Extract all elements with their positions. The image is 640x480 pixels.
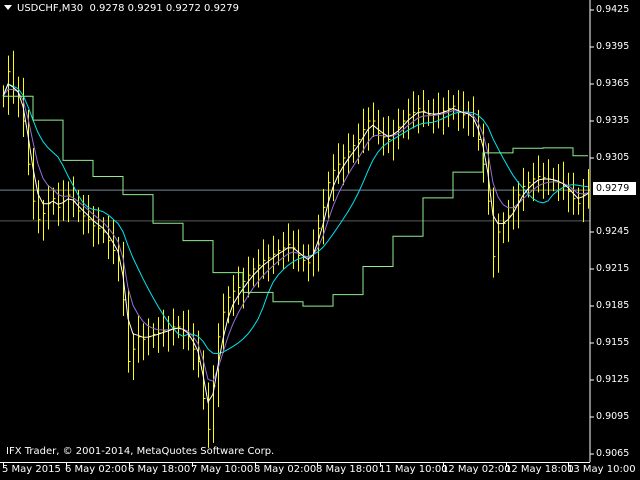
chart-header: USDCHF,M30 0.9278 0.9291 0.9272 0.9279 [4, 3, 239, 14]
price-chart[interactable] [0, 0, 640, 480]
chart-window[interactable]: USDCHF,M30 0.9278 0.9291 0.9272 0.9279 I… [0, 0, 640, 480]
price-axis-label: 0.9365 [596, 78, 630, 89]
ohlc-values: 0.9278 0.9291 0.9272 0.9279 [89, 3, 240, 14]
price-axis-label: 0.9335 [596, 115, 630, 126]
ohlc-bars [3, 50, 591, 448]
copyright-text: IFX Trader, © 2001-2014, MetaQuotes Soft… [6, 446, 275, 457]
time-axis-label: 8 May 18:00 [316, 464, 379, 475]
time-axis-label: 11 May 10:00 [379, 464, 448, 475]
current-price-label: 0.9279 [593, 182, 636, 195]
price-axis-label: 0.9305 [596, 152, 630, 163]
price-axis-label: 0.9245 [596, 226, 630, 237]
price-axis-label: 0.9095 [596, 411, 630, 422]
ma-mid-line [2, 88, 589, 382]
ma-fast-line [2, 83, 589, 404]
price-axis-label: 0.9395 [596, 41, 630, 52]
price-axis-label: 0.9425 [596, 4, 630, 15]
price-axis-label: 0.9065 [596, 448, 630, 459]
symbol-label: USDCHF,M30 [17, 3, 84, 14]
time-axis-label: 7 May 10:00 [191, 464, 254, 475]
price-axis-label: 0.9185 [596, 300, 630, 311]
price-axis-label: 0.9155 [596, 337, 630, 348]
time-axis-label: 6 May 02:00 [65, 464, 128, 475]
time-axis-label: 8 May 02:00 [254, 464, 317, 475]
price-axis-label: 0.9215 [596, 263, 630, 274]
price-axis-label: 0.9125 [596, 374, 630, 385]
time-axis-label: 13 May 10:00 [567, 464, 636, 475]
time-axis-label: 6 May 18:00 [128, 464, 191, 475]
time-axis-label: 5 May 2015 [2, 464, 61, 475]
dropdown-triangle-icon[interactable] [4, 5, 12, 10]
time-axis-label: 12 May 18:00 [505, 464, 574, 475]
time-axis-label: 12 May 02:00 [442, 464, 511, 475]
